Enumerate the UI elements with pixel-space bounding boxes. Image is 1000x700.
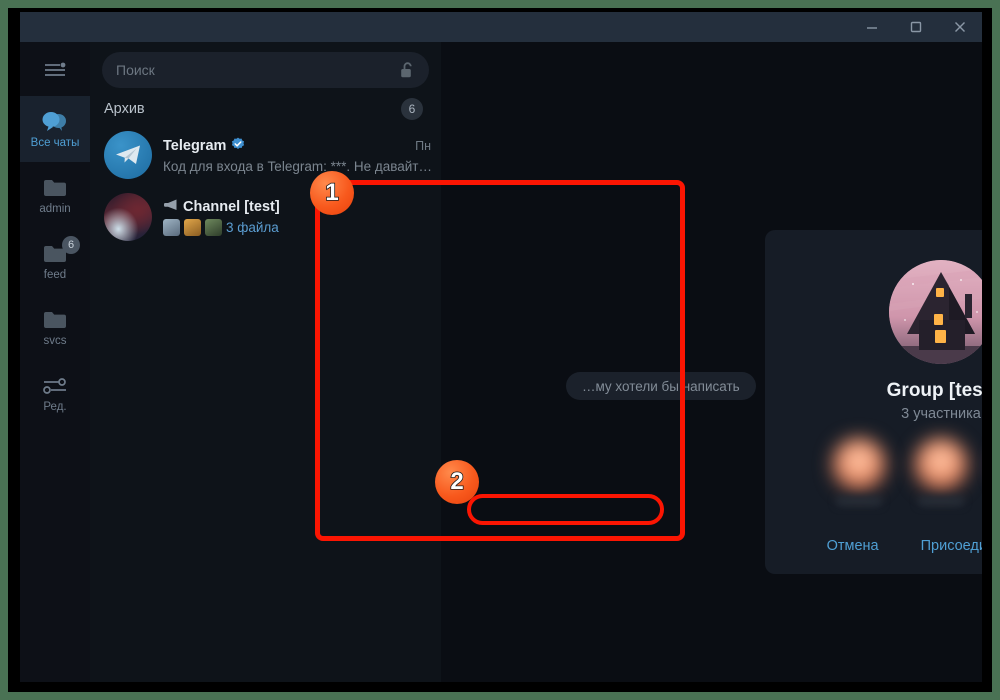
minimize-icon[interactable] <box>850 12 894 42</box>
chat-preview: Код для входа в Telegram: ***. Не давайт… <box>163 158 431 174</box>
maximize-icon[interactable] <box>894 12 938 42</box>
page-title: Group [test] <box>886 380 982 401</box>
attachment-thumb-icon <box>163 219 180 236</box>
member-face-blurred <box>832 438 886 492</box>
chat-top-row: Channel [test] <box>163 198 431 216</box>
sidebar-item-label: feed <box>43 268 67 281</box>
empty-state-pill: …му хотели бы написать <box>566 372 756 400</box>
chat-meta: Channel [test] 3 файла <box>163 198 431 236</box>
dialog-actions: Отмена Присоединиться к группе <box>765 532 982 560</box>
avatar <box>828 438 890 506</box>
member-name-blurred <box>836 496 882 506</box>
window-titlebar <box>20 12 982 42</box>
chat-timestamp: Пн <box>415 139 431 153</box>
archive-count-badge: 6 <box>401 98 423 120</box>
folders-rail: Все чаты admin 6 feed svcs Ред. <box>20 42 90 682</box>
members-count: 3 участника <box>901 406 981 422</box>
muted-megaphone-icon <box>163 198 178 216</box>
archive-header[interactable]: Архив 6 <box>90 94 441 124</box>
hamburger-menu-icon[interactable] <box>20 42 90 96</box>
telegram-window: Все чаты admin 6 feed svcs Ред. Поиск Ар… <box>20 12 982 682</box>
search-area <box>90 42 441 94</box>
chat-top-row: Telegram Пн <box>163 137 431 156</box>
search-box[interactable] <box>102 52 429 88</box>
sidebar-item-label: Все чаты <box>30 136 80 149</box>
list-item[interactable]: Channel [test] 3 файла <box>90 186 441 248</box>
avatar <box>104 193 152 241</box>
avatar <box>910 438 972 506</box>
main-pane: …му хотели бы написать Group [tes 3 учас… <box>441 42 982 682</box>
cancel-button[interactable]: Отмена <box>819 532 887 560</box>
join-group-button[interactable]: Присоединиться к группе <box>913 532 982 560</box>
chat-name: Channel [test] <box>183 199 280 215</box>
chat-preview: 3 файла <box>163 219 431 236</box>
house-night-illustration <box>889 260 982 364</box>
sliders-icon <box>42 373 68 399</box>
files-count-label: 3 файла <box>226 220 279 235</box>
folder-unread-badge: 6 <box>62 235 80 254</box>
sidebar-item-svcs[interactable]: svcs <box>20 294 90 360</box>
close-icon[interactable] <box>938 12 982 42</box>
sidebar-item-label: Ред. <box>43 400 67 413</box>
folder-icon <box>42 307 68 333</box>
chats-bubble-icon <box>41 109 69 135</box>
sidebar-item-feed[interactable]: 6 feed <box>20 228 90 294</box>
chat-name: Telegram <box>163 138 227 154</box>
chat-meta: Telegram Пн Код для входа в Telegram: **… <box>163 137 431 174</box>
member-name-blurred <box>918 496 964 506</box>
member-face-blurred <box>914 438 968 492</box>
verified-badge-icon <box>231 137 245 156</box>
screenshot-root: Все чаты admin 6 feed svcs Ред. Поиск Ар… <box>0 0 1000 700</box>
step-marker-1: 1 <box>310 171 354 215</box>
sidebar-item-admin[interactable]: admin <box>20 162 90 228</box>
attachment-thumb-icon <box>184 219 201 236</box>
members-preview <box>828 438 982 506</box>
join-group-dialog: Group [test] 3 участника <box>765 230 982 574</box>
sidebar-item-label: admin <box>39 202 71 215</box>
attachment-thumb-icon <box>205 219 222 236</box>
folder-icon <box>42 175 68 201</box>
unlocked-padlock-icon[interactable] <box>400 61 415 79</box>
avatar <box>104 131 152 179</box>
step-marker-2: 2 <box>435 460 479 504</box>
archive-title: Архив <box>104 101 145 117</box>
search-input[interactable] <box>116 62 400 78</box>
sidebar-item-edit[interactable]: Ред. <box>20 360 90 426</box>
chat-list-panel: Архив 6 Telegram <box>90 42 441 682</box>
list-item[interactable]: Telegram Пн Код для входа в Telegram: **… <box>90 124 441 186</box>
folder-icon: 6 <box>42 235 80 267</box>
sidebar-item-all-chats[interactable]: Все чаты <box>20 96 90 162</box>
sidebar-item-label: svcs <box>43 334 67 347</box>
